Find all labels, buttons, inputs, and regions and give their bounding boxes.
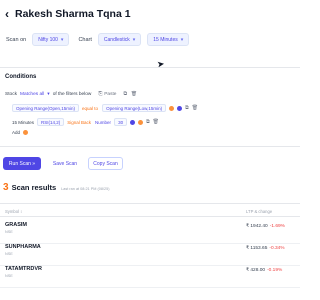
indicator-dot-icon[interactable] bbox=[130, 119, 136, 125]
condition-indicator[interactable]: RSI(14,2) bbox=[37, 118, 65, 126]
scan-on-label: Scan on bbox=[6, 36, 27, 43]
add-icon[interactable] bbox=[23, 130, 29, 135]
match-mode-dropdown[interactable]: Matches all bbox=[20, 92, 44, 97]
stock-prefix: Stock bbox=[5, 91, 17, 97]
save-scan-button[interactable]: Save Scan bbox=[48, 157, 82, 170]
timeframe-dropdown[interactable]: 15 Minutes ▾ bbox=[147, 33, 190, 46]
delete-icon[interactable]: 🗑 bbox=[192, 105, 198, 111]
row-ltp: ₹ 1942.40 -1.69% bbox=[246, 224, 285, 229]
page-title: Rakesh Sharma Tqna 1 bbox=[15, 7, 131, 20]
row-ltp: ₹ 1153.65 -0.34% bbox=[246, 246, 285, 251]
condition-right-operand[interactable]: Opening Range(Low,15min) bbox=[102, 104, 167, 112]
column-header-ltp: LTP & change bbox=[246, 209, 273, 214]
copy-icon[interactable]: ⧉ bbox=[146, 119, 150, 125]
divider bbox=[0, 216, 300, 217]
divider bbox=[0, 146, 300, 147]
number-value[interactable]: 30 bbox=[114, 118, 128, 126]
copy-icon[interactable]: ⧉ bbox=[123, 91, 126, 97]
row-exchange: NSE bbox=[5, 252, 13, 256]
table-row[interactable]: TATAMTRDVR NSE ₹ 428.00 -0.19% bbox=[0, 262, 300, 288]
row-ltp: ₹ 428.00 -0.19% bbox=[246, 268, 282, 273]
paste-icon: ⎘ bbox=[98, 92, 103, 97]
timeframe-value: 15 Minutes bbox=[153, 36, 178, 43]
column-header-symbol[interactable]: Symbol ↕ bbox=[5, 209, 22, 214]
copy-icon[interactable]: ⧉ bbox=[185, 105, 189, 111]
condition-operator[interactable]: Signal Back bbox=[67, 120, 91, 125]
row-price: ₹ 1153.65 bbox=[246, 246, 268, 251]
paste-button[interactable]: Paste bbox=[104, 92, 116, 97]
row-exchange: NSE bbox=[5, 274, 13, 278]
row-price: ₹ 428.00 bbox=[246, 268, 266, 273]
row-change: -1.69% bbox=[269, 224, 285, 229]
add-row: Add bbox=[12, 130, 31, 135]
page-header: ‹ Rakesh Sharma Tqna 1 bbox=[0, 0, 300, 27]
chevron-down-icon: ▾ bbox=[60, 36, 64, 43]
row-change: -0.34% bbox=[269, 246, 285, 251]
row-exchange: NSE bbox=[5, 230, 13, 234]
delete-icon[interactable]: 🗑 bbox=[153, 119, 159, 125]
condition-row-1: Opening Range(Open,15min) equal to Openi… bbox=[12, 104, 201, 112]
number-label: Number bbox=[95, 119, 112, 125]
chevron-down-icon: ▾ bbox=[180, 36, 184, 43]
copy-scan-button[interactable]: Copy Scan bbox=[88, 157, 123, 170]
indicator-dot-icon[interactable] bbox=[177, 105, 183, 111]
row-symbol[interactable]: GRASIM bbox=[5, 222, 27, 228]
back-arrow-icon[interactable]: ‹ bbox=[5, 8, 9, 20]
add-button[interactable]: Add bbox=[12, 130, 20, 135]
stock-suffix: of the filters below bbox=[52, 91, 92, 97]
condition-row-2: 15 Minutes RSI(14,2) Signal Back Number … bbox=[12, 118, 162, 126]
stock-filter-line: Stock Matches all ▾ of the filters below… bbox=[5, 91, 137, 98]
divider bbox=[0, 67, 300, 68]
scan-on-dropdown[interactable]: Nifty 100 ▾ bbox=[32, 33, 70, 46]
last-ran-text: Last ran at 08:21 PM (08/25) bbox=[61, 187, 110, 191]
row-symbol[interactable]: SUNPHARMA bbox=[5, 244, 41, 250]
row-price: ₹ 1942.40 bbox=[246, 224, 268, 229]
chart-type-dropdown[interactable]: Candlestick ▾ bbox=[97, 33, 142, 46]
row-change: -0.19% bbox=[267, 268, 283, 273]
results-title: Scan results bbox=[11, 183, 57, 192]
results-count: 3 bbox=[3, 182, 9, 193]
condition-timeframe[interactable]: 15 Minutes bbox=[12, 120, 34, 125]
condition-operator[interactable]: equal to bbox=[82, 106, 98, 111]
chevron-down-icon: ▾ bbox=[47, 91, 50, 97]
add-condition-icon[interactable] bbox=[169, 105, 175, 111]
divider bbox=[0, 203, 300, 204]
condition-left-operand[interactable]: Opening Range(Open,15min) bbox=[12, 104, 80, 112]
row-symbol[interactable]: TATAMTRDVR bbox=[5, 266, 42, 272]
delete-icon[interactable]: 🗑 bbox=[131, 92, 137, 97]
scan-results-header: 3 Scan results Last ran at 08:21 PM (08/… bbox=[3, 182, 110, 193]
scan-on-value: Nifty 100 bbox=[38, 36, 58, 43]
chart-label: Chart bbox=[78, 36, 92, 43]
run-scan-button[interactable]: Run Scan » bbox=[3, 157, 41, 170]
conditions-title: Conditions bbox=[5, 74, 37, 80]
chart-type-value: Candlestick bbox=[103, 36, 130, 43]
chevron-down-icon: ▾ bbox=[132, 36, 136, 43]
add-condition-icon[interactable] bbox=[138, 119, 144, 125]
scan-controls: Scan on Nifty 100 ▾ Chart Candlestick ▾ … bbox=[6, 33, 190, 46]
